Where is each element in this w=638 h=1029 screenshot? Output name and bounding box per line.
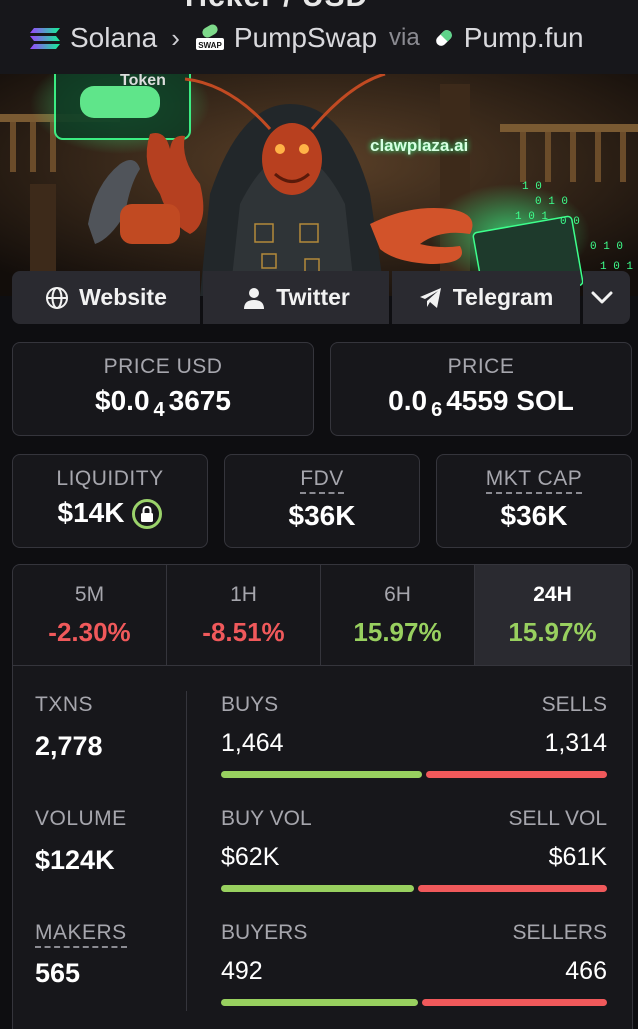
sells-bar <box>425 771 607 778</box>
sellers-label: SELLERS <box>512 921 607 944</box>
launchpad-link[interactable]: Pump.fun <box>464 22 584 54</box>
svg-text:1 0: 1 0 <box>522 181 542 193</box>
sell-volume-value: $61K <box>548 843 607 871</box>
market-cap-card: MKT CAP $36K <box>436 454 632 548</box>
buy-volume-bar <box>221 885 414 892</box>
dex-link[interactable]: PumpSwap <box>234 22 377 54</box>
price-native-card: PRICE 0.0 6 4559 SOL <box>330 342 632 436</box>
buyers-label: BUYERS <box>221 921 308 944</box>
price-usd-card: PRICE USD $0.0 4 3675 <box>12 342 314 436</box>
banner-artwork: 1 00 1 0 1 0 10 0 0 1 01 0 1 <box>0 74 638 296</box>
twitter-label: Twitter <box>276 284 350 310</box>
breakdown-column: BUYS SELLS 1,464 1,314 BUY VOL SELL VOL … <box>221 693 607 1029</box>
tab-6h[interactable]: 6H 15.97% <box>321 565 475 665</box>
telegram-button[interactable]: Telegram <box>392 271 580 324</box>
svg-text:1 0 1: 1 0 1 <box>515 211 548 223</box>
price-usd-value: $0.0 4 3675 <box>95 385 231 421</box>
sell-volume-label: SELL VOL <box>508 807 607 830</box>
liquidity-label: LIQUIDITY <box>56 467 164 490</box>
website-label: Website <box>79 284 167 310</box>
buy-volume-label: BUY VOL <box>221 807 312 830</box>
fdv-card: FDV $36K <box>224 454 420 548</box>
buyers-sellers-row: BUYERS SELLERS 492 466 <box>221 921 607 1029</box>
makers-stat: MAKERS 565 <box>35 921 185 1029</box>
txns-label: TXNS <box>35 693 94 716</box>
sells-label: SELLS <box>541 693 607 716</box>
banner-token-text: Token <box>120 74 166 89</box>
telegram-label: Telegram <box>452 284 554 310</box>
tab-6h-label: 6H <box>384 583 411 606</box>
buys-label: BUYS <box>221 693 279 716</box>
buyers-ratio-bar <box>221 999 607 1006</box>
buys-value: 1,464 <box>221 729 284 757</box>
sellers-bar <box>421 999 607 1006</box>
sell-volume-bar <box>417 885 607 892</box>
website-button[interactable]: Website <box>12 271 200 324</box>
breadcrumb: Solana › SWAP PumpSwap via Pump.fun <box>28 18 584 58</box>
tab-5m[interactable]: 5M -2.30% <box>13 565 167 665</box>
price-usd-label: PRICE USD <box>103 355 223 378</box>
token-banner-image: 1 00 1 0 1 0 10 0 0 1 01 0 1 Token clawp… <box>0 74 638 296</box>
tab-5m-change: -2.30% <box>48 617 131 647</box>
pumpfun-pill-icon <box>435 30 452 46</box>
buyers-bar <box>221 999 418 1006</box>
liquidity-card: LIQUIDITY $14K <box>12 454 208 548</box>
buys-sells-row: BUYS SELLS 1,464 1,314 <box>221 693 607 807</box>
tab-1h-change: -8.51% <box>202 617 285 647</box>
volume-value: $124K <box>35 845 115 875</box>
banner-site-text: clawplaza.ai <box>370 136 469 155</box>
summary-column: TXNS 2,778 VOLUME $124K MAKERS 565 <box>35 693 185 1029</box>
via-label: via <box>389 24 420 51</box>
market-cap-label[interactable]: MKT CAP <box>485 467 583 494</box>
buys-bar <box>221 771 422 778</box>
svg-text:0 1 0: 0 1 0 <box>590 241 623 253</box>
price-native-value: 0.0 6 4559 SOL <box>388 385 574 421</box>
trading-stats-panel: 5M -2.30% 1H -8.51% 6H 15.97% 24H 15.97%… <box>12 564 633 1029</box>
twitter-button[interactable]: Twitter <box>203 271 389 324</box>
tab-1h[interactable]: 1H -8.51% <box>167 565 321 665</box>
market-cap-value: $36K <box>500 500 568 531</box>
telegram-icon <box>419 287 441 308</box>
pumpswap-icon: SWAP <box>195 24 224 50</box>
makers-label[interactable]: MAKERS <box>35 921 127 948</box>
chain-link[interactable]: Solana <box>70 22 157 54</box>
timeframe-tabs: 5M -2.30% 1H -8.51% 6H 15.97% 24H 15.97% <box>13 565 632 666</box>
sells-value: 1,314 <box>544 729 607 757</box>
volume-ratio-bar <box>221 885 607 892</box>
user-icon <box>244 287 265 309</box>
lock-icon[interactable] <box>132 499 163 529</box>
tab-5m-label: 5M <box>74 583 105 606</box>
liquidity-value: $14K <box>13 497 207 529</box>
buy-volume-value: $62K <box>221 843 280 871</box>
makers-value: 565 <box>35 958 81 988</box>
svg-text:0 0: 0 0 <box>560 216 580 228</box>
fdv-value: $36K <box>288 500 356 531</box>
tab-1h-label: 1H <box>230 583 257 606</box>
price-native-label: PRICE <box>447 355 515 378</box>
fdv-label[interactable]: FDV <box>300 467 344 494</box>
tab-6h-change: 15.97% <box>353 617 442 647</box>
header-bar: Ticker / USD Solana › SWAP PumpSwap via … <box>0 0 638 74</box>
txns-stat: TXNS 2,778 <box>35 693 185 807</box>
social-links-bar: Website Twitter Telegram <box>12 271 631 324</box>
chevron-right-icon: › <box>171 22 180 53</box>
svg-text:SWAP: SWAP <box>198 41 222 50</box>
column-divider <box>186 691 187 1011</box>
svg-text:0 1 0: 0 1 0 <box>535 196 568 208</box>
tab-24h[interactable]: 24H 15.97% <box>475 565 630 665</box>
token-pair-title: Ticker / USD <box>180 0 368 14</box>
volume-stat: VOLUME $124K <box>35 807 185 921</box>
globe-icon <box>46 286 69 309</box>
buys-sells-ratio-bar <box>221 771 607 778</box>
chevron-down-icon <box>591 291 612 303</box>
tab-24h-change: 15.97% <box>508 617 597 647</box>
sellers-value: 466 <box>565 957 607 985</box>
volume-split-row: BUY VOL SELL VOL $62K $61K <box>221 807 607 921</box>
volume-label: VOLUME <box>35 807 127 830</box>
tab-24h-label: 24H <box>533 583 572 606</box>
txns-value: 2,778 <box>35 731 103 761</box>
buyers-value: 492 <box>221 957 263 985</box>
solana-icon <box>30 28 60 49</box>
more-links-button[interactable] <box>583 271 630 324</box>
